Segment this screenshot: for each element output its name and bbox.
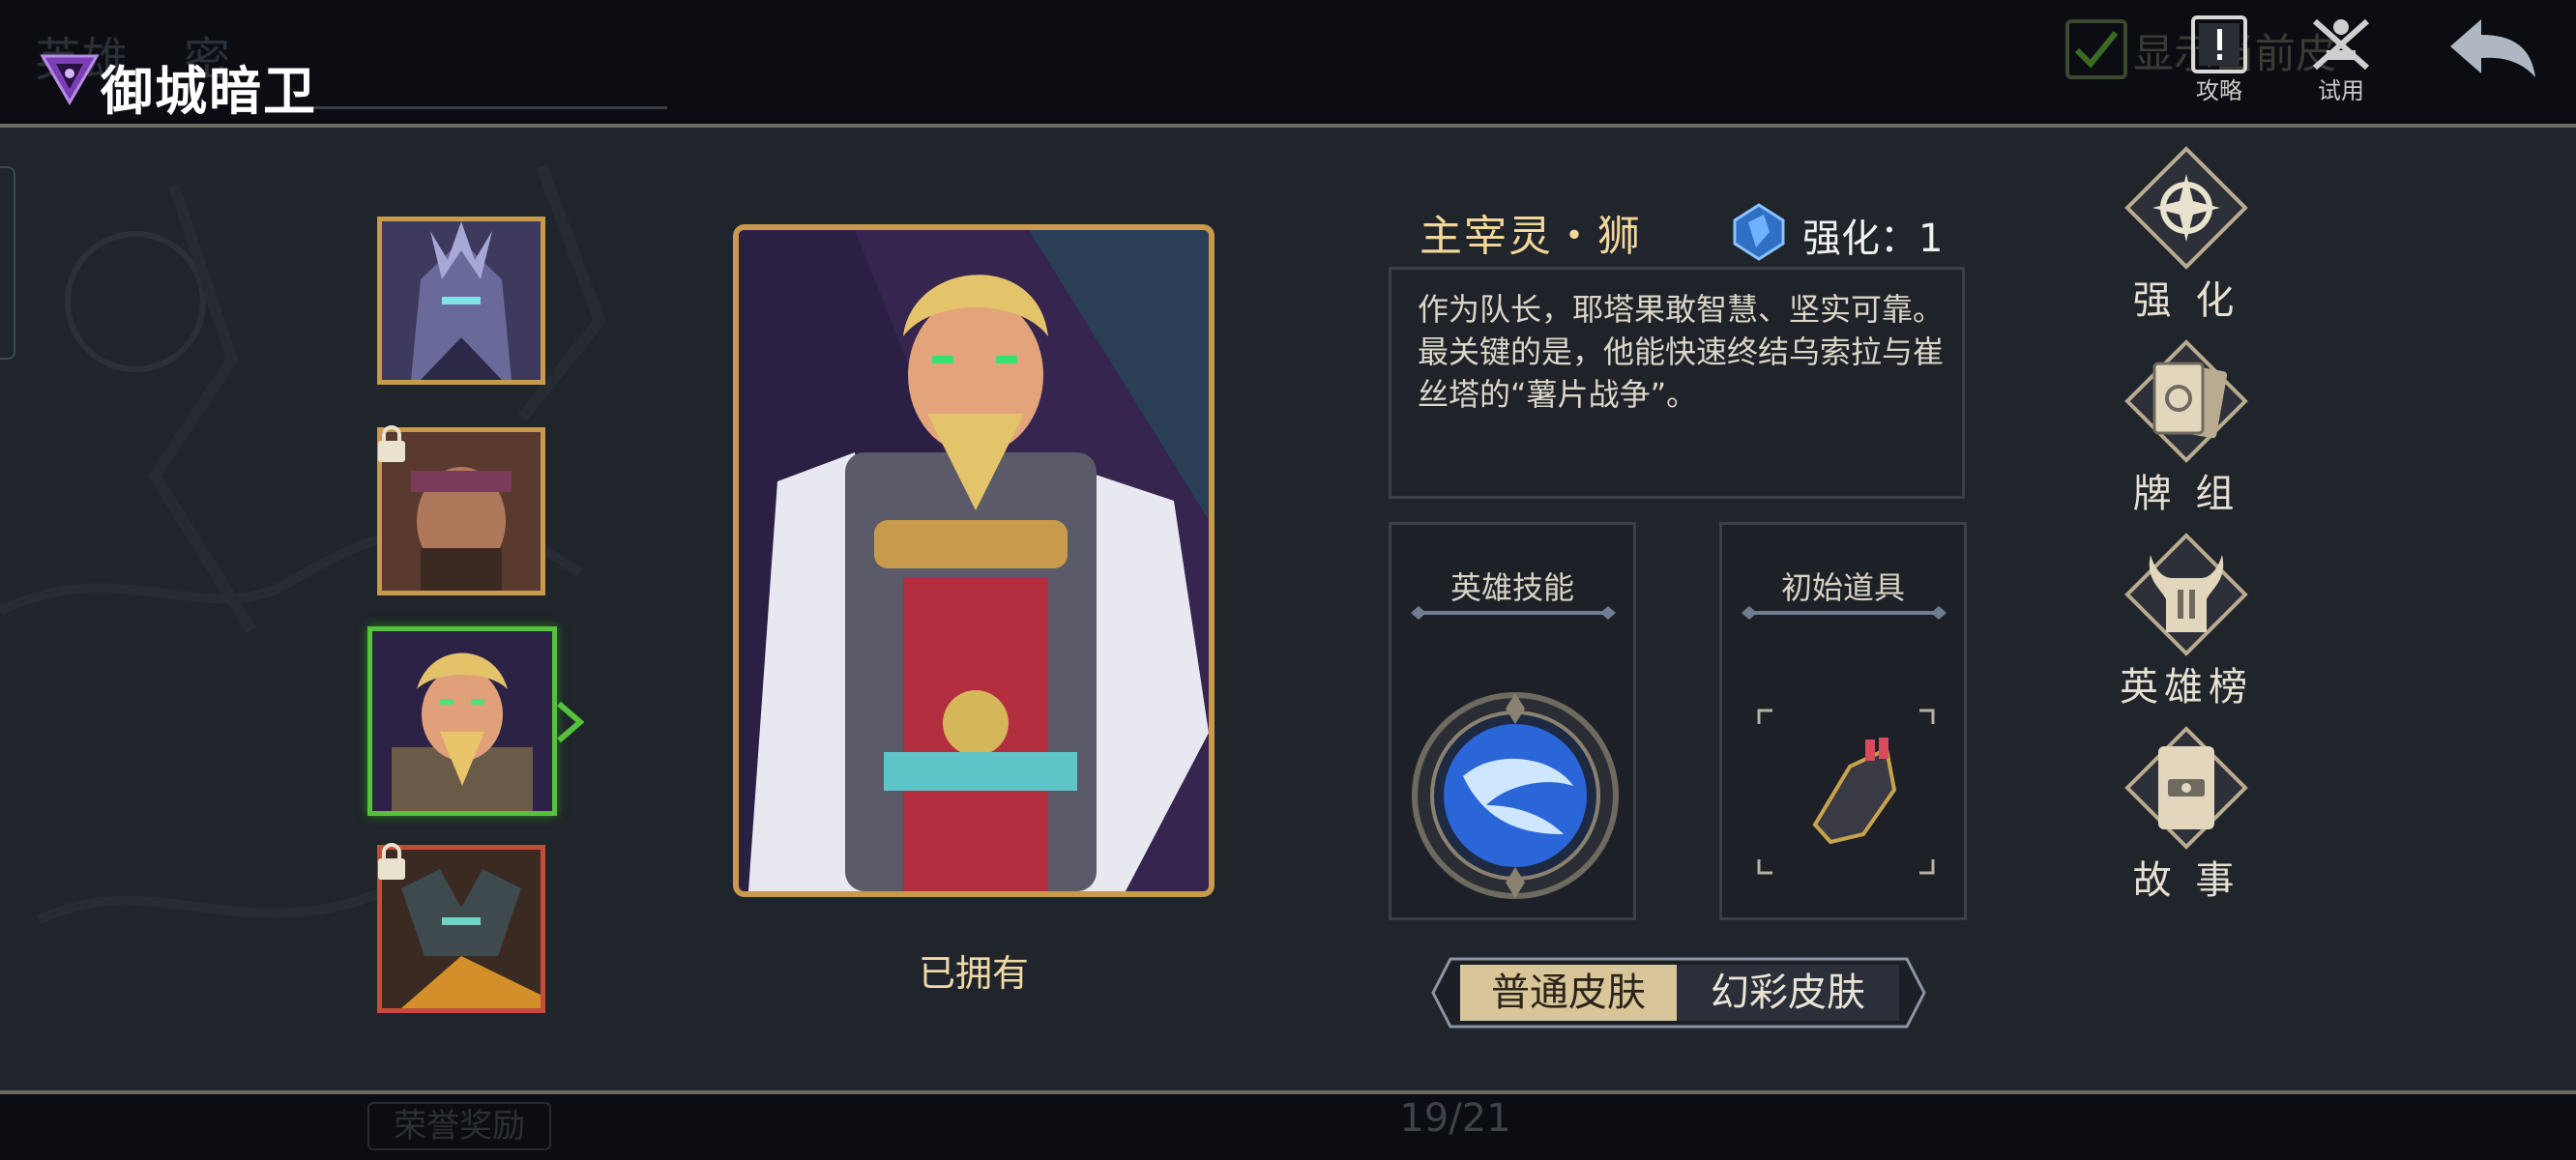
ranking-icon: [2124, 533, 2248, 656]
starting-item-box[interactable]: 初始道具: [1719, 522, 1967, 920]
deck-button[interactable]: 牌 组: [2123, 338, 2249, 516]
back-arrow-icon[interactable]: [2446, 14, 2539, 81]
armored-knight-portrait: [382, 221, 541, 380]
show-current-skin-checkbox[interactable]: [2065, 19, 2127, 79]
story-icon: [2124, 726, 2248, 850]
page-title: 御城暗卫: [101, 61, 317, 122]
check-icon: [2074, 31, 2119, 69]
normal-skin-tab[interactable]: 普通皮肤: [1460, 965, 1677, 1021]
hero-portrait-1[interactable]: [377, 217, 545, 385]
hero-description: 作为队长，耶塔果敢智慧、坚实可靠。最关键的是，他能快速终结乌索拉与崔丝塔的“薯片…: [1418, 291, 1945, 413]
hero-skill-box[interactable]: 英雄技能: [1389, 522, 1636, 920]
ghost-divider: [280, 106, 667, 114]
guide-icon: [2191, 15, 2247, 73]
trial-button[interactable]: 试用: [2298, 14, 2385, 104]
skill-icon[interactable]: [1409, 689, 1622, 902]
deck-icon: [2124, 339, 2248, 463]
story-button[interactable]: 故 事: [2123, 725, 2249, 903]
gauntlet-item-icon[interactable]: [1757, 709, 1935, 875]
ranking-button[interactable]: 英雄榜: [2120, 532, 2249, 710]
trial-icon: [2313, 18, 2369, 71]
lion-king-portrait: [372, 631, 552, 811]
lock-icon: [378, 843, 405, 880]
hero-portrait-3-selected[interactable]: [367, 626, 557, 816]
guide-label: 攻略: [2196, 77, 2242, 104]
guide-button[interactable]: 攻略: [2176, 14, 2263, 104]
enhance-crystal-icon: [1733, 203, 1785, 261]
hero-name: 主宰灵・狮: [1420, 212, 1642, 261]
owned-status: 已拥有: [918, 952, 1029, 995]
hero-card-art: [733, 224, 1215, 897]
title-divider: [1411, 606, 1616, 620]
story-label: 故 事: [2132, 858, 2240, 903]
enhance-icon: [2124, 146, 2248, 270]
side-tab-handle[interactable]: [0, 166, 15, 360]
page-counter: 19/21: [1399, 1096, 1511, 1141]
enhance-button[interactable]: 强 化: [2123, 145, 2249, 323]
trial-label: 试用: [2318, 77, 2364, 104]
top-bar: 英雄 密 御城暗卫 显示当前皮 攻略 试用: [0, 0, 2576, 128]
starting-item-title: 初始道具: [1780, 569, 1905, 606]
selected-arrow-icon: [557, 701, 584, 743]
title-divider: [1742, 606, 1947, 620]
hero-full-art: [739, 230, 1209, 891]
lock-icon: [378, 425, 405, 462]
enhance-label: 强 化: [2132, 278, 2240, 323]
ranking-label: 英雄榜: [2120, 665, 2253, 710]
honor-reward-button[interactable]: 荣誉奖励: [367, 1102, 551, 1150]
hero-skill-title: 英雄技能: [1449, 569, 1574, 606]
hero-class-icon: [40, 54, 100, 105]
enhance-level: 强化：1: [1802, 217, 1944, 261]
deck-label: 牌 组: [2132, 472, 2240, 516]
colorful-skin-tab[interactable]: 幻彩皮肤: [1677, 965, 1899, 1021]
